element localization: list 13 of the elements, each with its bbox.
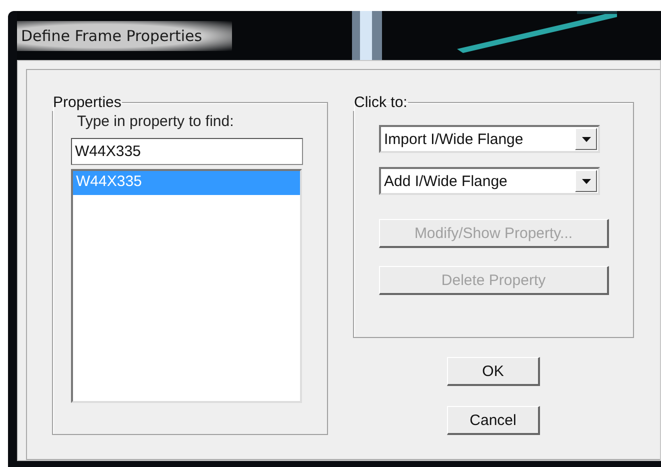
ok-button[interactable]: OK [447, 357, 540, 386]
window-title: Define Frame Properties [17, 20, 232, 50]
dropdown[interactable]: Import I/Wide Flange [379, 125, 600, 153]
dropdown-value: Add I/Wide Flange [384, 172, 508, 190]
group-title: Properties [52, 94, 122, 111]
field-label: Type in property to find: [77, 113, 235, 130]
dropdown-value: Import I/Wide Flange [384, 130, 524, 148]
caret-icon [582, 136, 590, 142]
cancel-button[interactable]: Cancel [447, 406, 540, 435]
dropdown[interactable]: Add I/Wide Flange [379, 167, 600, 195]
search-field[interactable]: W44X335 [71, 138, 303, 165]
group-title: Click to: [353, 94, 408, 111]
caret-icon [582, 178, 590, 184]
